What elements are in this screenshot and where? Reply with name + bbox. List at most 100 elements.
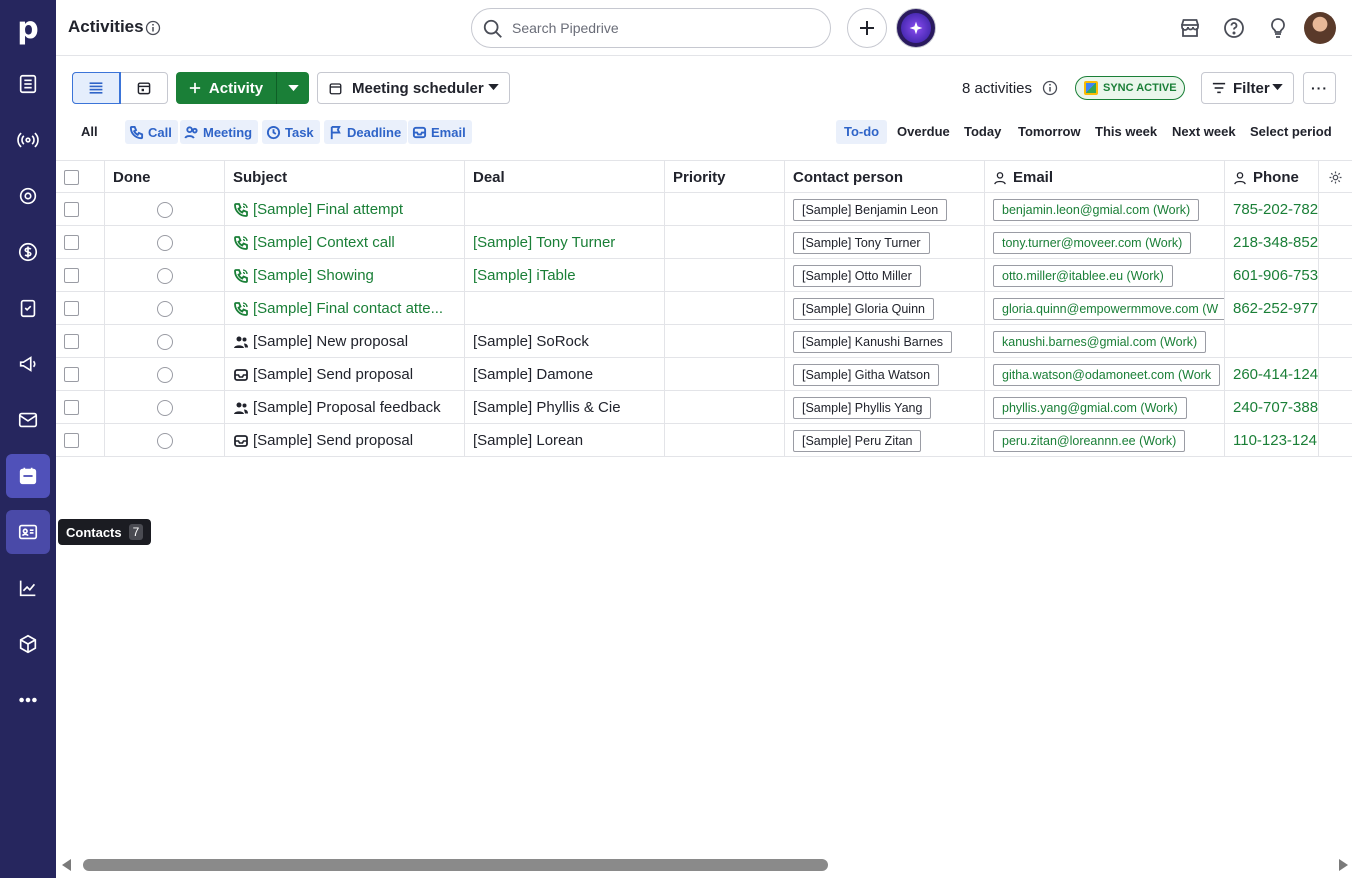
phone-cell[interactable]: 785-202-782 xyxy=(1225,193,1319,226)
type-filter-deadline[interactable]: Deadline xyxy=(324,120,408,144)
subject-cell[interactable]: [Sample] Showing xyxy=(225,259,465,292)
email-cell[interactable]: peru.zitan@loreannn.ee (Work) xyxy=(985,424,1225,457)
deal-cell[interactable]: [Sample] Lorean xyxy=(465,424,665,457)
phone-text[interactable]: 260-414-124 xyxy=(1233,366,1318,383)
phone-cell[interactable]: 110-123-124 xyxy=(1225,424,1319,457)
sidebar-item-deals[interactable] xyxy=(6,174,50,218)
subject-text[interactable]: [Sample] Final contact atte... xyxy=(253,300,443,317)
priority-cell[interactable] xyxy=(665,259,785,292)
info-icon[interactable] xyxy=(145,20,161,36)
column-header-phone[interactable]: Phone xyxy=(1225,161,1319,194)
sidebar-item-leads[interactable] xyxy=(6,62,50,106)
table-row[interactable]: [Sample] Showing [Sample] iTable [Sample… xyxy=(56,259,1352,292)
search-input[interactable] xyxy=(512,17,812,39)
subject-cell[interactable]: [Sample] Send proposal xyxy=(225,424,465,457)
sidebar-item-mail[interactable] xyxy=(6,398,50,442)
subject-text[interactable]: [Sample] Proposal feedback xyxy=(253,399,441,416)
phone-cell[interactable]: 862-252-977 xyxy=(1225,292,1319,325)
mark-done-toggle[interactable] xyxy=(157,234,173,251)
email-cell[interactable]: benjamin.leon@gmial.com (Work) xyxy=(985,193,1225,226)
contact-cell[interactable]: [Sample] Gloria Quinn xyxy=(785,292,985,325)
type-filter-all[interactable]: All xyxy=(81,124,98,139)
sidebar-item-insights[interactable] xyxy=(6,566,50,610)
ai-assistant-button[interactable] xyxy=(896,8,936,48)
sync-status-badge[interactable]: SYNC ACTIVE xyxy=(1075,76,1185,100)
contact-cell[interactable]: [Sample] Githa Watson xyxy=(785,358,985,391)
column-header-subject[interactable]: Subject xyxy=(225,161,465,194)
lightbulb-icon[interactable] xyxy=(1266,16,1290,40)
add-activity-dropdown[interactable] xyxy=(276,72,309,104)
quick-add-button[interactable] xyxy=(847,8,887,48)
scroll-left-arrow[interactable] xyxy=(62,859,71,871)
row-checkbox[interactable] xyxy=(64,202,79,217)
period-tomorrow[interactable]: Tomorrow xyxy=(1018,124,1081,139)
mark-done-toggle[interactable] xyxy=(157,399,173,416)
row-checkbox[interactable] xyxy=(64,301,79,316)
email-pill[interactable]: githa.watson@odamoneet.com (Work xyxy=(993,363,1221,386)
help-icon[interactable] xyxy=(1222,16,1246,40)
type-filter-task[interactable]: Task xyxy=(262,120,320,144)
phone-text[interactable]: 240-707-388 xyxy=(1233,399,1318,416)
table-row[interactable]: [Sample] Final contact atte... [Sample] … xyxy=(56,292,1352,325)
deal-cell[interactable]: [Sample] iTable xyxy=(465,259,665,292)
phone-text[interactable]: 601-906-753 xyxy=(1233,267,1318,284)
contact-pill[interactable]: [Sample] Gloria Quinn xyxy=(793,297,934,320)
user-avatar[interactable] xyxy=(1304,12,1336,44)
phone-cell[interactable] xyxy=(1225,325,1319,358)
phone-text[interactable]: 218-348-852 xyxy=(1233,234,1318,251)
subject-cell[interactable]: [Sample] Context call xyxy=(225,226,465,259)
scrollbar-thumb[interactable] xyxy=(83,859,828,871)
subject-text[interactable]: [Sample] New proposal xyxy=(253,333,408,350)
row-checkbox[interactable] xyxy=(64,334,79,349)
phone-text[interactable]: 110-123-124 xyxy=(1233,432,1317,449)
type-filter-meeting[interactable]: Meeting xyxy=(180,120,259,144)
subject-text[interactable]: [Sample] Showing xyxy=(253,267,374,284)
mark-done-toggle[interactable] xyxy=(157,333,173,350)
mark-done-toggle[interactable] xyxy=(157,432,173,449)
period-select[interactable]: Select period xyxy=(1250,124,1332,139)
add-activity-button[interactable]: Activity xyxy=(176,72,276,104)
email-pill[interactable]: phyllis.yang@gmial.com (Work) xyxy=(993,396,1187,419)
mark-done-toggle[interactable] xyxy=(157,366,173,383)
row-checkbox[interactable] xyxy=(64,433,79,448)
sidebar-item-products[interactable] xyxy=(6,622,50,666)
mark-done-toggle[interactable] xyxy=(157,201,173,218)
email-pill[interactable]: otto.miller@itablee.eu (Work) xyxy=(993,264,1173,287)
subject-text[interactable]: [Sample] Send proposal xyxy=(253,432,413,449)
subject-cell[interactable]: [Sample] Final attempt xyxy=(225,193,465,226)
priority-cell[interactable] xyxy=(665,424,785,457)
table-row[interactable]: [Sample] New proposal [Sample] SoRock [S… xyxy=(56,325,1352,358)
email-cell[interactable]: githa.watson@odamoneet.com (Work xyxy=(985,358,1225,391)
subject-text[interactable]: [Sample] Final attempt xyxy=(253,201,403,218)
period-today[interactable]: Today xyxy=(964,124,1001,139)
deal-text[interactable]: [Sample] Tony Turner xyxy=(473,234,615,251)
priority-cell[interactable] xyxy=(665,358,785,391)
table-row[interactable]: [Sample] Final attempt [Sample] Benjamin… xyxy=(56,193,1352,226)
period-this-week[interactable]: This week xyxy=(1095,124,1157,139)
contact-cell[interactable]: [Sample] Benjamin Leon xyxy=(785,193,985,226)
info-icon[interactable] xyxy=(1042,80,1058,96)
phone-text[interactable]: 785-202-782 xyxy=(1233,201,1318,218)
phone-cell[interactable]: 218-348-852 xyxy=(1225,226,1319,259)
deal-text[interactable]: [Sample] Damone xyxy=(473,366,593,383)
phone-cell[interactable]: 601-906-753 xyxy=(1225,259,1319,292)
column-header-done[interactable]: Done xyxy=(105,161,225,194)
sidebar-item-contacts[interactable] xyxy=(6,510,50,554)
contact-cell[interactable]: [Sample] Tony Turner xyxy=(785,226,985,259)
sidebar-item-more[interactable] xyxy=(6,678,50,722)
table-row[interactable]: [Sample] Context call [Sample] Tony Turn… xyxy=(56,226,1352,259)
deal-cell[interactable] xyxy=(465,193,665,226)
email-cell[interactable]: tony.turner@moveer.com (Work) xyxy=(985,226,1225,259)
phone-cell[interactable]: 260-414-124 xyxy=(1225,358,1319,391)
search-box[interactable] xyxy=(471,8,831,48)
email-cell[interactable]: kanushi.barnes@gmial.com (Work) xyxy=(985,325,1225,358)
contact-cell[interactable]: [Sample] Phyllis Yang xyxy=(785,391,985,424)
table-row[interactable]: [Sample] Send proposal [Sample] Lorean [… xyxy=(56,424,1352,457)
mark-done-toggle[interactable] xyxy=(157,267,173,284)
select-all-checkbox[interactable] xyxy=(64,170,79,185)
period-overdue[interactable]: Overdue xyxy=(897,124,950,139)
contact-pill[interactable]: [Sample] Tony Turner xyxy=(793,231,930,254)
priority-cell[interactable] xyxy=(665,226,785,259)
deal-cell[interactable]: [Sample] SoRock xyxy=(465,325,665,358)
row-checkbox[interactable] xyxy=(64,400,79,415)
